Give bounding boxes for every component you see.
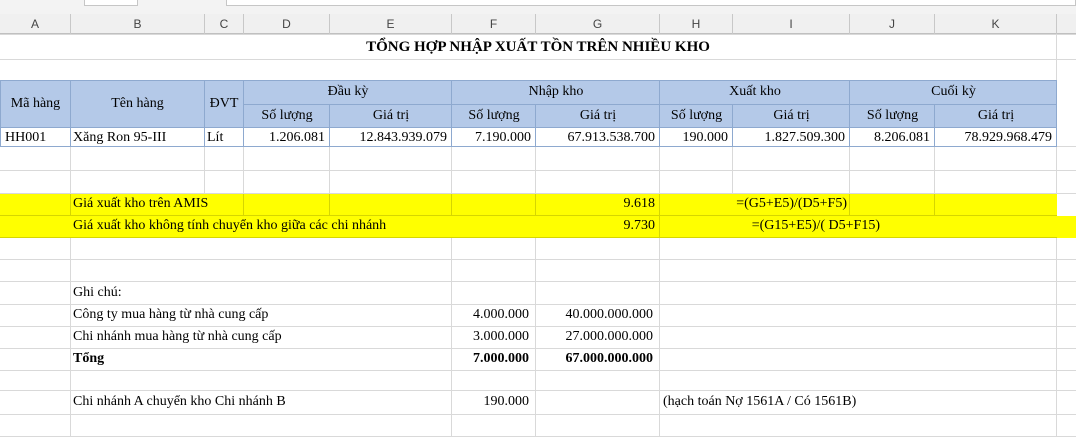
transfer-qty[interactable]: 190.000 [452, 392, 530, 412]
cell-dau-ky-so-luong[interactable]: 1.206.081 [244, 128, 325, 148]
column-header-g[interactable]: G [536, 14, 660, 34]
header-xuat-kho-so-luong: Số lượng [670, 108, 723, 123]
price-no-transfer-value[interactable]: 9.730 [536, 216, 656, 236]
header-dau-ky: Đầu kỳ [327, 84, 369, 99]
column-header-d[interactable]: D [244, 14, 330, 34]
note-branch-label[interactable]: Chi nhánh mua hàng từ nhà cung cấp [73, 327, 282, 347]
column-header-k[interactable]: K [935, 14, 1057, 34]
transfer-label[interactable]: Chi nhánh A chuyển kho Chi nhánh B [73, 392, 286, 412]
cell-xuat-kho-gia-tri[interactable]: 1.827.509.300 [733, 128, 846, 148]
cell-dvt[interactable]: Lít [207, 128, 223, 148]
price-no-transfer-label[interactable]: Giá xuất kho không tính chuyển kho giữa … [73, 216, 386, 236]
header-nhap-kho: Nhập kho [528, 84, 584, 99]
note-total-label[interactable]: Tổng [73, 349, 104, 369]
note-company-value[interactable]: 40.000.000.000 [536, 305, 654, 325]
column-header-bar: A B C D E F G H I J K [0, 14, 1076, 34]
price-amis-formula[interactable]: =(G5+E5)/(D5+F5) [660, 194, 847, 214]
cell-nhap-kho-gia-tri[interactable]: 67.913.538.700 [536, 128, 656, 148]
column-header-j[interactable]: J [850, 14, 935, 34]
cell-nhap-kho-so-luong[interactable]: 7.190.000 [452, 128, 531, 148]
header-ma-hang: Mã hàng [10, 96, 61, 111]
column-header-c[interactable]: C [205, 14, 244, 34]
header-cuoi-ky-so-luong: Số lượng [866, 108, 919, 123]
header-xuat-kho-gia-tri: Giá trị [773, 108, 810, 123]
sheet-title: TỔNG HỢP NHẬP XUẤT TỒN TRÊN NHIỀU KHO [366, 39, 710, 55]
column-header-i[interactable]: I [733, 14, 850, 34]
notes-heading[interactable]: Ghi chú: [73, 283, 122, 303]
cell-xuat-kho-so-luong[interactable]: 190.000 [660, 128, 729, 148]
price-amis-value[interactable]: 9.618 [536, 194, 656, 214]
column-header-h[interactable]: H [660, 14, 733, 34]
cell-dau-ky-gia-tri[interactable]: 12.843.939.079 [330, 128, 448, 148]
formula-bar-stub[interactable] [226, 0, 1076, 6]
note-branch-qty[interactable]: 3.000.000 [452, 327, 529, 347]
sheet-top-bar [0, 0, 1076, 14]
column-header-a[interactable]: A [0, 14, 71, 34]
header-dvt: ĐVT [209, 96, 239, 111]
header-nhap-kho-so-luong: Số lượng [468, 108, 520, 123]
header-cuoi-ky-gia-tri: Giá trị [977, 108, 1015, 123]
price-amis-label[interactable]: Giá xuất kho trên AMIS [73, 194, 208, 214]
column-header-f[interactable]: F [452, 14, 536, 34]
note-company-label[interactable]: Công ty mua hàng từ nhà cung cấp [73, 305, 268, 325]
header-cuoi-ky: Cuối kỳ [931, 84, 976, 99]
spreadsheet-grid[interactable]: TỔNG HỢP NHẬP XUẤT TỒN TRÊN NHIỀU KHO Mã… [0, 34, 1076, 437]
cell-ten-hang[interactable]: Xăng Ron 95-III [73, 128, 166, 148]
cell-cuoi-ky-gia-tri[interactable]: 78.929.968.479 [935, 128, 1053, 148]
note-company-qty[interactable]: 4.000.000 [452, 305, 529, 325]
note-branch-value[interactable]: 27.000.000.000 [536, 327, 654, 347]
header-xuat-kho: Xuất kho [729, 84, 781, 99]
price-row-overflow-fill [1057, 216, 1076, 238]
note-total-value[interactable]: 67.000.000.000 [536, 349, 654, 369]
cell-ma-hang[interactable]: HH001 [5, 128, 46, 148]
transfer-note[interactable]: (hạch toán Nợ 1561A / Có 1561B) [663, 392, 856, 412]
column-header-e[interactable]: E [330, 14, 452, 34]
note-total-qty[interactable]: 7.000.000 [452, 349, 529, 369]
column-header-b[interactable]: B [71, 14, 205, 34]
sheet-tab-stub[interactable] [84, 0, 138, 6]
header-nhap-kho-gia-tri: Giá trị [579, 108, 617, 123]
price-no-transfer-formula[interactable]: =(G15+E5)/( D5+F15) [660, 216, 880, 236]
header-dau-ky-so-luong: Số lượng [261, 108, 313, 123]
header-ten-hang: Tên hàng [111, 96, 164, 111]
cell-cuoi-ky-so-luong[interactable]: 8.206.081 [850, 128, 930, 148]
header-dau-ky-gia-tri: Giá trị [372, 108, 410, 123]
